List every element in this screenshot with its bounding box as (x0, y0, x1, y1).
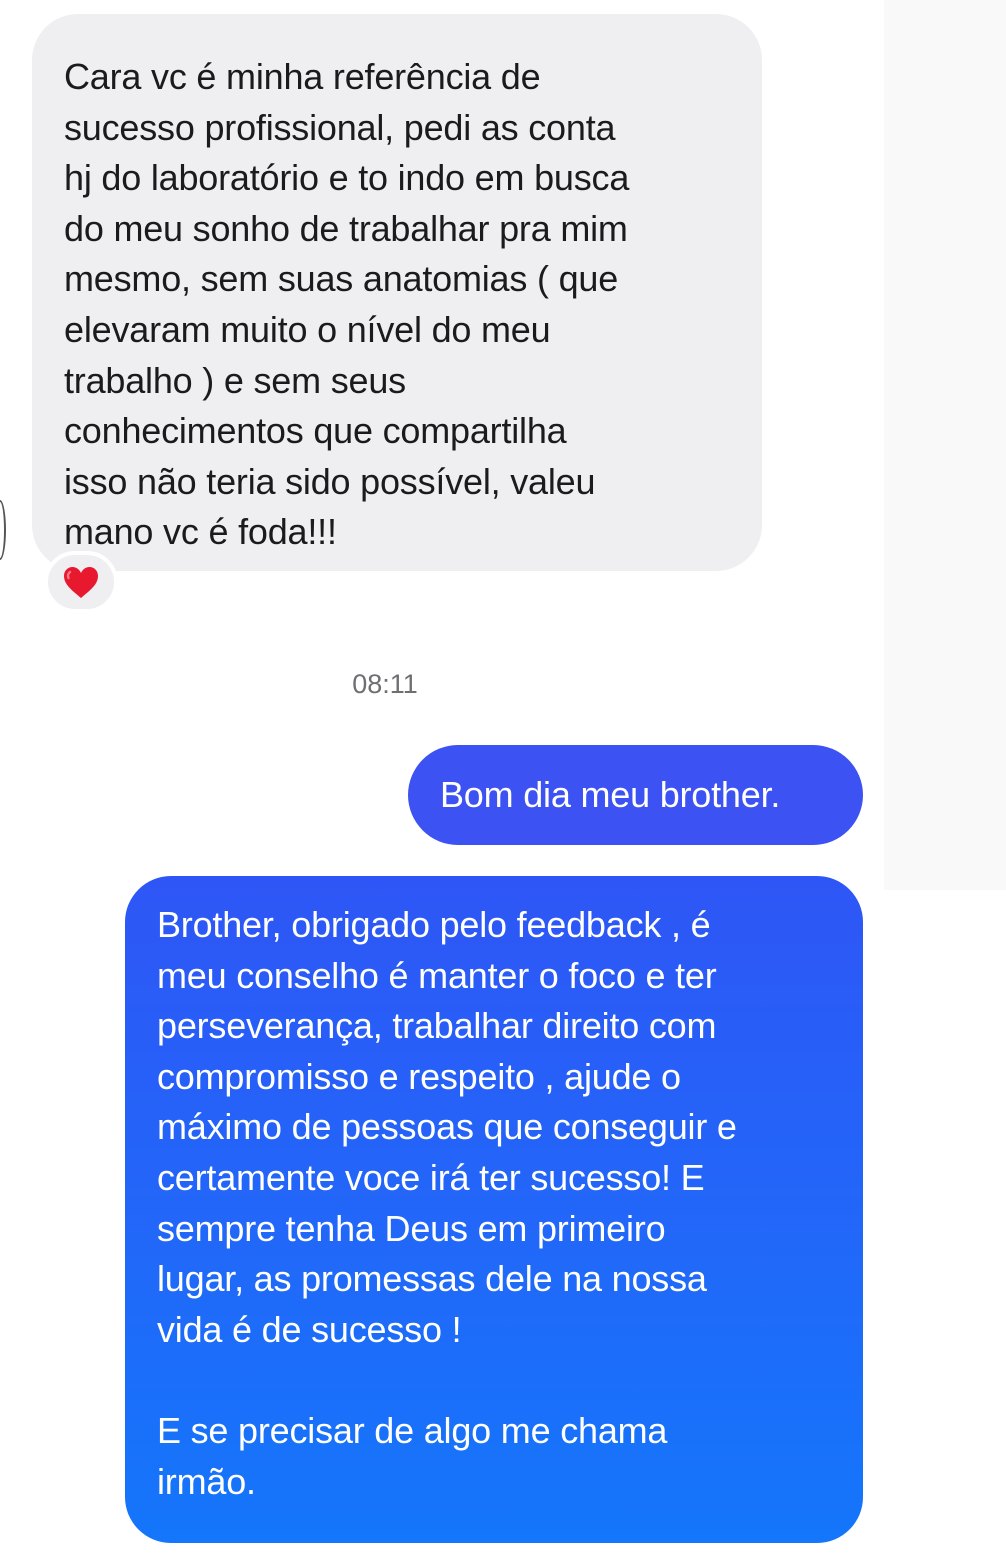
outgoing-message-bubble[interactable]: Brother, obrigado pelo feedback , é meu … (125, 876, 863, 1543)
outgoing-message-bubble[interactable]: Bom dia meu brother. (408, 745, 863, 845)
message-timestamp: 08:11 (352, 669, 418, 699)
red-heart-icon (64, 566, 98, 598)
edge-indicator (0, 500, 6, 560)
incoming-message-bubble[interactable]: Cara vc é minha referência de sucesso pr… (32, 14, 762, 571)
background-strip (884, 0, 1006, 890)
message-reaction[interactable] (44, 551, 118, 613)
